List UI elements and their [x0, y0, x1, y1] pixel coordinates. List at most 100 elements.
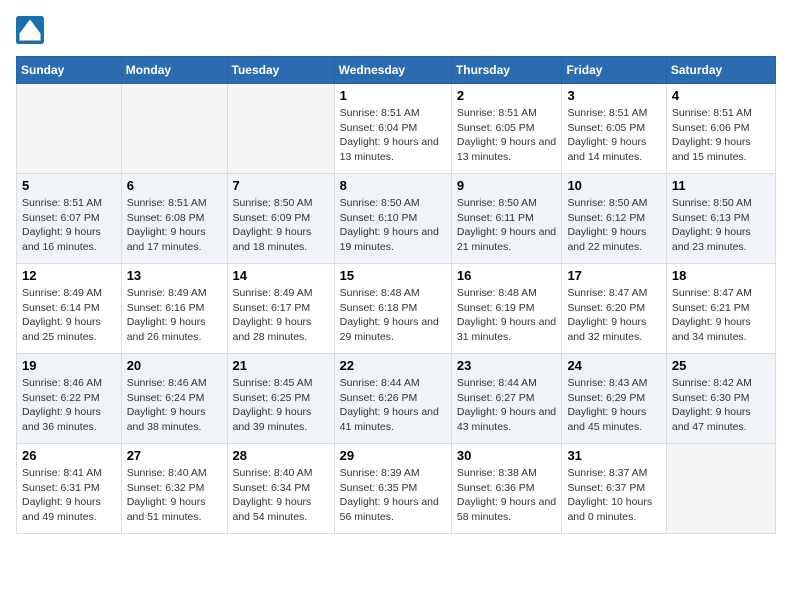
calendar-cell: 17 Sunrise: 8:47 AM Sunset: 6:20 PM Dayli… [562, 264, 666, 354]
calendar-cell: 31 Sunrise: 8:37 AM Sunset: 6:37 PM Dayli… [562, 444, 666, 534]
day-number: 25 [672, 358, 770, 373]
day-number: 17 [567, 268, 660, 283]
day-info: Sunrise: 8:38 AM Sunset: 6:36 PM Dayligh… [457, 466, 557, 525]
weekday-header-thursday: Thursday [451, 57, 562, 84]
weekday-header-wednesday: Wednesday [334, 57, 451, 84]
calendar-cell: 13 Sunrise: 8:49 AM Sunset: 6:16 PM Dayli… [121, 264, 227, 354]
calendar-cell: 27Sunrise: 8:40 AM Sunset: 6:32 PM Dayli… [121, 444, 227, 534]
calendar-cell: 25 Sunrise: 8:42 AM Sunset: 6:30 PM Dayli… [666, 354, 775, 444]
day-info: Sunrise: 8:51 AM Sunset: 6:07 PM Dayligh… [22, 196, 116, 255]
day-info: Sunrise: 8:45 AM Sunset: 6:25 PM Dayligh… [233, 376, 329, 435]
calendar-cell: 5 Sunrise: 8:51 AM Sunset: 6:07 PM Daylig… [17, 174, 122, 264]
day-number: 31 [567, 448, 660, 463]
day-info: Sunrise: 8:41 AM Sunset: 6:31 PM Dayligh… [22, 466, 116, 525]
day-info: Sunrise: 8:51 AM Sunset: 6:08 PM Dayligh… [127, 196, 222, 255]
logo [16, 16, 48, 44]
weekday-header-saturday: Saturday [666, 57, 775, 84]
calendar-cell [666, 444, 775, 534]
day-info: Sunrise: 8:44 AM Sunset: 6:27 PM Dayligh… [457, 376, 557, 435]
calendar-cell: 8Sunrise: 8:50 AM Sunset: 6:10 PM Daylig… [334, 174, 451, 264]
calendar-cell: 20 Sunrise: 8:46 AM Sunset: 6:24 PM Dayli… [121, 354, 227, 444]
calendar-cell: 10 Sunrise: 8:50 AM Sunset: 6:12 PM Dayli… [562, 174, 666, 264]
calendar-header: SundayMondayTuesdayWednesdayThursdayFrid… [17, 57, 776, 84]
day-number: 21 [233, 358, 329, 373]
calendar-cell: 2Sunrise: 8:51 AM Sunset: 6:05 PM Daylig… [451, 84, 562, 174]
calendar-cell [17, 84, 122, 174]
calendar-table: SundayMondayTuesdayWednesdayThursdayFrid… [16, 56, 776, 534]
calendar-cell: 26 Sunrise: 8:41 AM Sunset: 6:31 PM Dayli… [17, 444, 122, 534]
day-number: 9 [457, 178, 557, 193]
day-number: 15 [340, 268, 446, 283]
weekday-header-tuesday: Tuesday [227, 57, 334, 84]
day-info: Sunrise: 8:50 AM Sunset: 6:12 PM Dayligh… [567, 196, 660, 255]
day-info: Sunrise: 8:50 AM Sunset: 6:13 PM Dayligh… [672, 196, 770, 255]
day-number: 12 [22, 268, 116, 283]
day-info: Sunrise: 8:37 AM Sunset: 6:37 PM Dayligh… [567, 466, 660, 525]
calendar-cell: 24 Sunrise: 8:43 AM Sunset: 6:29 PM Dayli… [562, 354, 666, 444]
day-number: 23 [457, 358, 557, 373]
calendar-body: 1Sunrise: 8:51 AM Sunset: 6:04 PM Daylig… [17, 84, 776, 534]
day-info: Sunrise: 8:40 AM Sunset: 6:32 PM Dayligh… [127, 466, 222, 525]
day-info: Sunrise: 8:43 AM Sunset: 6:29 PM Dayligh… [567, 376, 660, 435]
day-number: 13 [127, 268, 222, 283]
day-number: 26 [22, 448, 116, 463]
week-row-3: 12 Sunrise: 8:49 AM Sunset: 6:14 PM Dayli… [17, 264, 776, 354]
calendar-cell: 9 Sunrise: 8:50 AM Sunset: 6:11 PM Daylig… [451, 174, 562, 264]
day-info: Sunrise: 8:40 AM Sunset: 6:34 PM Dayligh… [233, 466, 329, 525]
day-number: 19 [22, 358, 116, 373]
page-header [16, 16, 776, 44]
day-info: Sunrise: 8:47 AM Sunset: 6:21 PM Dayligh… [672, 286, 770, 345]
day-info: Sunrise: 8:42 AM Sunset: 6:30 PM Dayligh… [672, 376, 770, 435]
calendar-cell: 11 Sunrise: 8:50 AM Sunset: 6:13 PM Dayli… [666, 174, 775, 264]
day-number: 24 [567, 358, 660, 373]
day-info: Sunrise: 8:49 AM Sunset: 6:16 PM Dayligh… [127, 286, 222, 345]
calendar-cell: 16Sunrise: 8:48 AM Sunset: 6:19 PM Dayli… [451, 264, 562, 354]
day-number: 22 [340, 358, 446, 373]
calendar-cell: 4Sunrise: 8:51 AM Sunset: 6:06 PM Daylig… [666, 84, 775, 174]
week-row-5: 26 Sunrise: 8:41 AM Sunset: 6:31 PM Dayli… [17, 444, 776, 534]
calendar-cell: 28Sunrise: 8:40 AM Sunset: 6:34 PM Dayli… [227, 444, 334, 534]
logo-icon [16, 16, 44, 44]
day-info: Sunrise: 8:48 AM Sunset: 6:19 PM Dayligh… [457, 286, 557, 345]
day-info: Sunrise: 8:49 AM Sunset: 6:14 PM Dayligh… [22, 286, 116, 345]
week-row-2: 5 Sunrise: 8:51 AM Sunset: 6:07 PM Daylig… [17, 174, 776, 264]
calendar-cell: 1Sunrise: 8:51 AM Sunset: 6:04 PM Daylig… [334, 84, 451, 174]
calendar-cell: 3 Sunrise: 8:51 AM Sunset: 6:05 PM Daylig… [562, 84, 666, 174]
week-row-1: 1Sunrise: 8:51 AM Sunset: 6:04 PM Daylig… [17, 84, 776, 174]
week-row-4: 19 Sunrise: 8:46 AM Sunset: 6:22 PM Dayli… [17, 354, 776, 444]
day-number: 3 [567, 88, 660, 103]
day-info: Sunrise: 8:39 AM Sunset: 6:35 PM Dayligh… [340, 466, 446, 525]
day-info: Sunrise: 8:47 AM Sunset: 6:20 PM Dayligh… [567, 286, 660, 345]
day-number: 8 [340, 178, 446, 193]
calendar-cell [121, 84, 227, 174]
weekday-header-sunday: Sunday [17, 57, 122, 84]
calendar-cell: 30Sunrise: 8:38 AM Sunset: 6:36 PM Dayli… [451, 444, 562, 534]
calendar-cell: 22 Sunrise: 8:44 AM Sunset: 6:26 PM Dayli… [334, 354, 451, 444]
calendar-cell [227, 84, 334, 174]
day-info: Sunrise: 8:46 AM Sunset: 6:22 PM Dayligh… [22, 376, 116, 435]
calendar-cell: 21 Sunrise: 8:45 AM Sunset: 6:25 PM Dayli… [227, 354, 334, 444]
day-info: Sunrise: 8:46 AM Sunset: 6:24 PM Dayligh… [127, 376, 222, 435]
calendar-cell: 23 Sunrise: 8:44 AM Sunset: 6:27 PM Dayli… [451, 354, 562, 444]
day-info: Sunrise: 8:49 AM Sunset: 6:17 PM Dayligh… [233, 286, 329, 345]
calendar-cell: 19 Sunrise: 8:46 AM Sunset: 6:22 PM Dayli… [17, 354, 122, 444]
day-info: Sunrise: 8:44 AM Sunset: 6:26 PM Dayligh… [340, 376, 446, 435]
day-number: 5 [22, 178, 116, 193]
day-info: Sunrise: 8:51 AM Sunset: 6:05 PM Dayligh… [567, 106, 660, 165]
calendar-cell: 29 Sunrise: 8:39 AM Sunset: 6:35 PM Dayli… [334, 444, 451, 534]
weekday-header-friday: Friday [562, 57, 666, 84]
day-number: 18 [672, 268, 770, 283]
calendar-cell: 15 Sunrise: 8:48 AM Sunset: 6:18 PM Dayli… [334, 264, 451, 354]
day-number: 2 [457, 88, 557, 103]
day-info: Sunrise: 8:50 AM Sunset: 6:11 PM Dayligh… [457, 196, 557, 255]
calendar-cell: 7Sunrise: 8:50 AM Sunset: 6:09 PM Daylig… [227, 174, 334, 264]
day-number: 6 [127, 178, 222, 193]
day-info: Sunrise: 8:50 AM Sunset: 6:09 PM Dayligh… [233, 196, 329, 255]
day-info: Sunrise: 8:48 AM Sunset: 6:18 PM Dayligh… [340, 286, 446, 345]
day-number: 10 [567, 178, 660, 193]
day-info: Sunrise: 8:51 AM Sunset: 6:06 PM Dayligh… [672, 106, 770, 165]
calendar-cell: 6 Sunrise: 8:51 AM Sunset: 6:08 PM Daylig… [121, 174, 227, 264]
day-number: 29 [340, 448, 446, 463]
day-number: 11 [672, 178, 770, 193]
day-number: 20 [127, 358, 222, 373]
